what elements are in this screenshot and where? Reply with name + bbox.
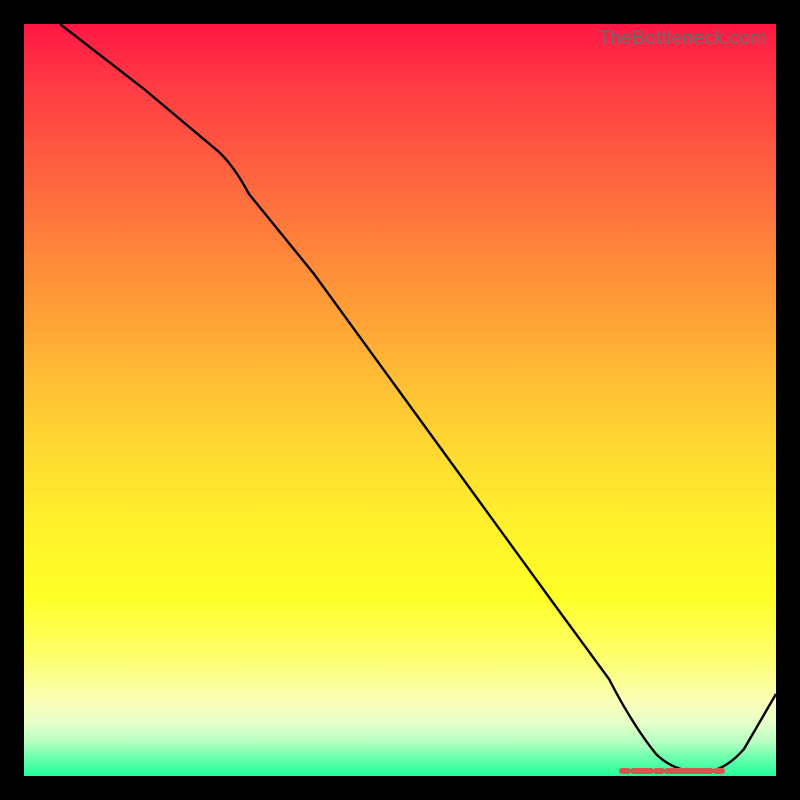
watermark-label: TheBottleneck.com xyxy=(598,28,766,50)
chart-container: TheBottleneck.com xyxy=(0,0,800,800)
chart-line-overlay xyxy=(24,24,776,776)
plot-area: TheBottleneck.com xyxy=(24,24,776,776)
line-curve xyxy=(60,24,776,772)
